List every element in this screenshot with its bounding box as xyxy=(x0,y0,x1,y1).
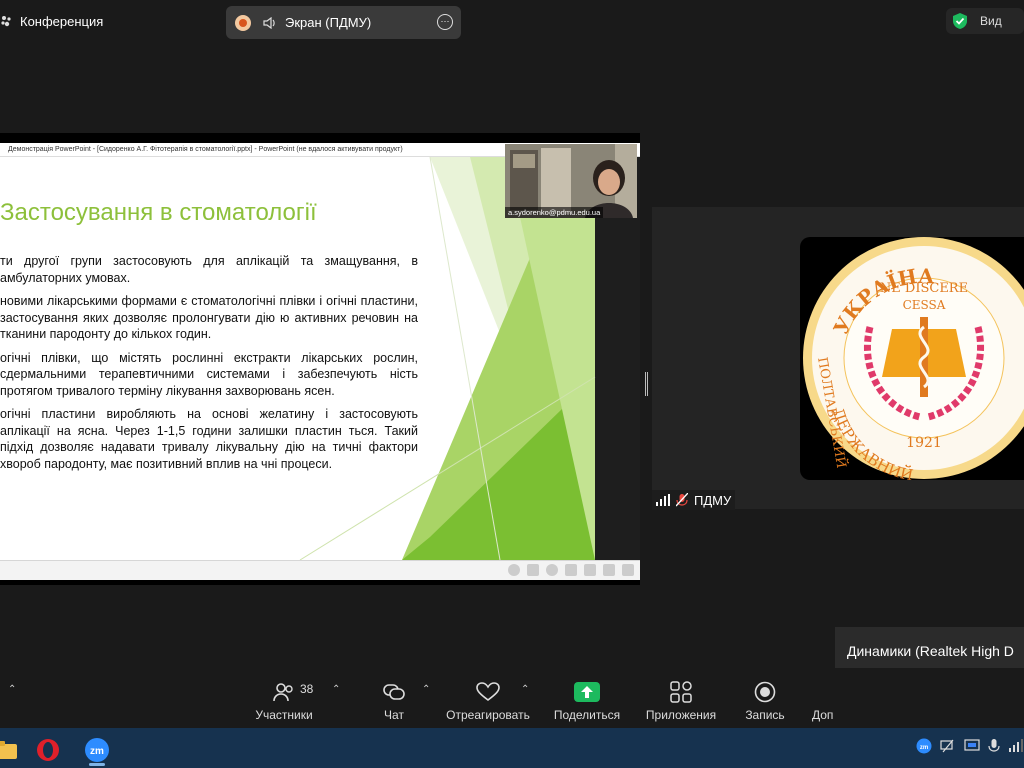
normal-view-icon[interactable] xyxy=(565,564,577,576)
svg-text:zm: zm xyxy=(90,746,104,757)
participants-label: Участники xyxy=(255,708,313,722)
slide-paragraph: огічні пластини виробляють на основі жел… xyxy=(0,407,418,471)
more-icon[interactable]: ··· xyxy=(437,14,453,30)
participants-icon xyxy=(273,683,293,702)
chevron-up-icon[interactable]: ⌃ xyxy=(422,684,430,695)
app-icon xyxy=(235,14,251,31)
microphone-tray-icon[interactable] xyxy=(988,738,1000,754)
logo-motto-2: CESSA xyxy=(903,298,946,312)
speaker-icon xyxy=(263,16,275,29)
slide-body: ти другої групи застосовують для аплікац… xyxy=(0,253,418,479)
share-label: Поделиться xyxy=(553,708,621,722)
zoom-taskbar-icon[interactable]: zm xyxy=(77,734,117,766)
next-slide-icon[interactable] xyxy=(546,564,558,576)
conference-menu[interactable]: Конференция xyxy=(0,14,103,29)
sorter-view-icon[interactable] xyxy=(584,564,596,576)
signal-icon xyxy=(656,494,670,506)
zoom-tray-icon[interactable]: zm xyxy=(916,738,932,754)
share-screen-icon xyxy=(574,682,600,702)
meeting-toolbar: ⌃ Участники 38 ⌃ Чат ⌃ Отреагировать ⌃ П… xyxy=(0,668,1024,728)
logo-motto-1: NE DISCERE xyxy=(880,281,968,296)
apps-button[interactable]: Приложения xyxy=(643,680,719,722)
conference-label: Конференция xyxy=(20,14,104,29)
view-menu[interactable]: Вид xyxy=(946,8,1024,34)
participant-name: ПДМУ xyxy=(694,492,732,508)
slide-heading: Застосування в стоматології xyxy=(0,199,317,226)
screen-share-indicator[interactable]: Экран (ПДМУ) ··· xyxy=(226,6,461,39)
slideshow-view-icon[interactable] xyxy=(622,564,634,576)
more-button[interactable]: Доп xyxy=(812,680,842,722)
people-icon xyxy=(1,15,11,26)
record-button[interactable]: Запись xyxy=(742,680,788,722)
slide-paragraph: новими лікарськими формами є стоматологі… xyxy=(0,294,418,341)
opera-icon[interactable] xyxy=(28,734,68,766)
windows-taskbar: zm xyxy=(0,728,1024,768)
shield-icon xyxy=(953,13,967,29)
split-handle[interactable] xyxy=(645,372,648,396)
university-logo: УКРАЇНА NE DISCERE CESSA 1921 ДЕРЖАВНИЙ … xyxy=(800,237,1024,480)
monitor-tray-icon[interactable] xyxy=(964,738,980,754)
chat-icon xyxy=(383,684,405,700)
react-label: Отреагировать xyxy=(446,708,530,722)
slide-menu-icon[interactable] xyxy=(527,564,539,576)
file-explorer-icon[interactable] xyxy=(0,734,26,766)
chevron-up-icon[interactable]: ⌃ xyxy=(521,684,529,695)
slideshow-controls xyxy=(0,560,640,580)
record-icon xyxy=(754,681,776,703)
presenter-email: a.sydorenko@pdmu.edu.ua xyxy=(505,207,604,218)
participants-count: 38 xyxy=(300,682,314,696)
network-tray-icon[interactable] xyxy=(940,738,956,754)
record-label: Запись xyxy=(745,708,785,722)
chevron-up-icon[interactable]: ⌃ xyxy=(332,684,340,695)
share-button[interactable]: Поделиться xyxy=(553,680,621,722)
chat-button[interactable]: Чат xyxy=(372,680,416,722)
prev-slide-icon[interactable] xyxy=(508,564,520,576)
apps-icon xyxy=(670,681,692,703)
speaker-device-label[interactable]: Динамики (Realtek High D xyxy=(847,643,1014,659)
svg-text:zm: zm xyxy=(920,745,928,751)
muted-mic-icon xyxy=(676,493,688,507)
react-button[interactable]: Отреагировать xyxy=(446,680,530,722)
slide-paragraph: огічні плівки, що містять рослинні екстр… xyxy=(0,350,418,398)
heart-icon xyxy=(476,682,500,702)
wifi-tray-icon[interactable] xyxy=(1008,738,1024,754)
more-label: Доп xyxy=(812,708,834,722)
chevron-up-icon[interactable]: ⌃ xyxy=(8,684,16,695)
share-source-label: Экран (ПДМУ) xyxy=(285,15,372,30)
logo-emblem: УКРАЇНА NE DISCERE CESSA 1921 ДЕРЖАВНИЙ … xyxy=(803,237,1024,480)
view-label: Вид xyxy=(980,14,1002,28)
system-tray: zm xyxy=(916,738,1024,754)
reading-view-icon[interactable] xyxy=(603,564,615,576)
slide-paragraph: ти другої групи застосовують для аплікац… xyxy=(0,254,418,285)
presenter-video[interactable]: a.sydorenko@pdmu.edu.ua xyxy=(505,144,637,218)
apps-label: Приложения xyxy=(645,708,717,722)
logo-year: 1921 xyxy=(906,435,942,451)
participant-name-tag: ПДМУ xyxy=(652,490,736,510)
chat-label: Чат xyxy=(384,708,404,722)
top-bar: Конференция Экран (ПДМУ) ··· Вид xyxy=(0,0,1024,44)
